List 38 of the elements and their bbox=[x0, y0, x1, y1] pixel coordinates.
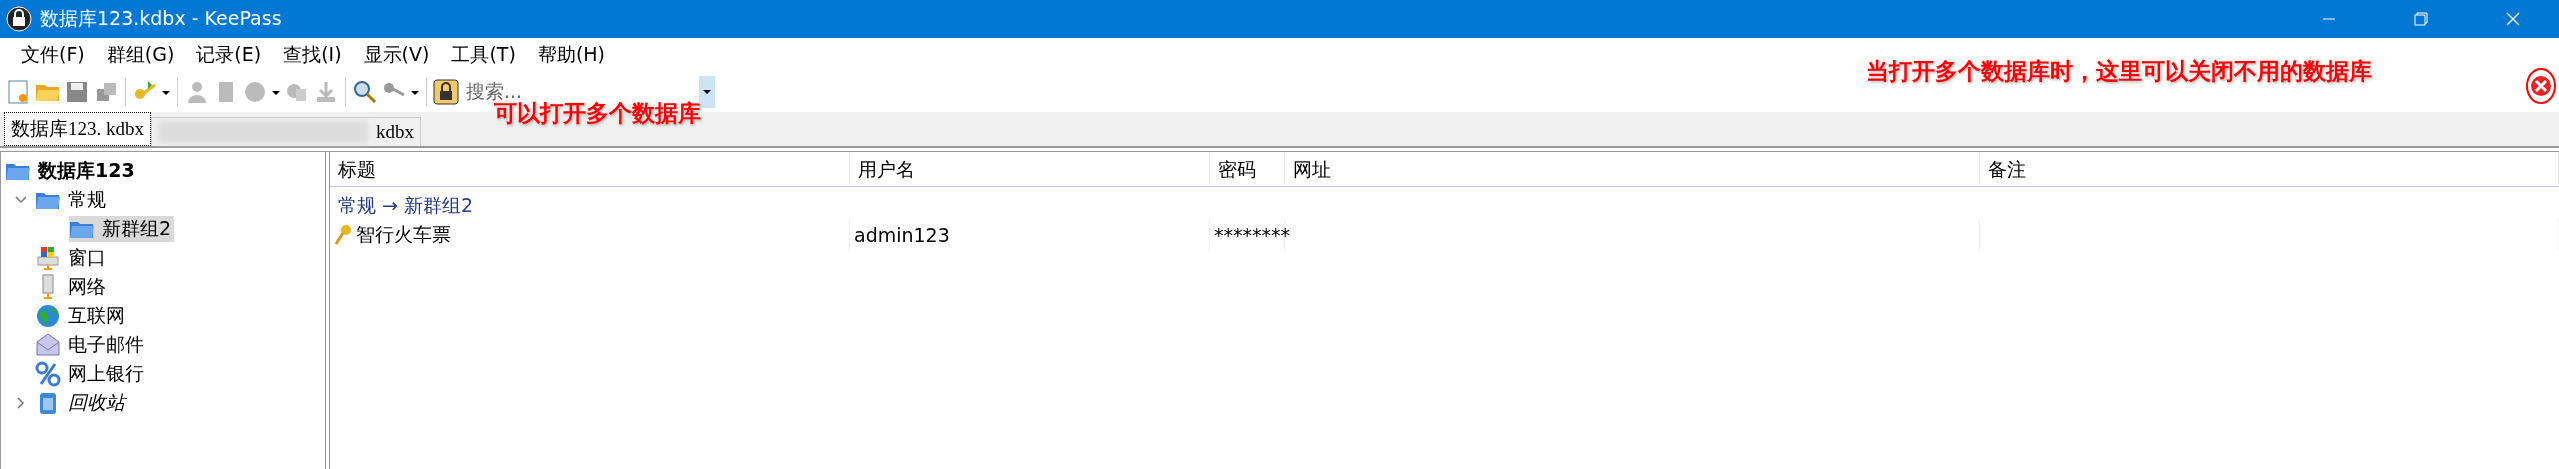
percent-icon bbox=[35, 360, 61, 387]
column-header[interactable]: 备注 bbox=[1980, 152, 2559, 184]
lock-icon bbox=[6, 6, 32, 32]
column-header[interactable]: 用户名 bbox=[850, 152, 1210, 184]
computer-icon bbox=[35, 244, 61, 271]
envelope-icon bbox=[35, 331, 61, 358]
column-header[interactable]: 密码 bbox=[1210, 152, 1285, 184]
search-icon[interactable] bbox=[352, 79, 378, 105]
menu-item[interactable]: 群组(G) bbox=[97, 40, 184, 70]
tree-item[interactable]: 数据库123 bbox=[35, 157, 138, 184]
annotation-text: 当打开多个数据库时，这里可以关闭不用的数据库 bbox=[1866, 56, 2372, 86]
menu-item[interactable]: 文件(F) bbox=[12, 40, 94, 70]
tree-item[interactable]: 电子邮件 bbox=[65, 331, 147, 358]
menu-item[interactable]: 记录(E) bbox=[187, 40, 271, 70]
tree-item[interactable]: 常规 bbox=[65, 186, 109, 213]
tree-item[interactable]: 窗口 bbox=[65, 244, 109, 271]
tree-item[interactable]: 互联网 bbox=[65, 302, 128, 329]
table-cell-text: 智行火车票 bbox=[356, 222, 451, 247]
tree-item[interactable]: 回收站 bbox=[65, 389, 128, 416]
tree-item[interactable]: 网络 bbox=[65, 273, 109, 300]
column-header[interactable]: 网址 bbox=[1285, 152, 1980, 184]
column-header[interactable]: 标题 bbox=[330, 152, 850, 184]
window-title: 数据库123.kdbx - KeePass bbox=[40, 6, 282, 31]
document-tab[interactable]: kdbx bbox=[151, 117, 421, 146]
menu-item[interactable]: 显示(V) bbox=[354, 40, 439, 70]
lock-icon[interactable] bbox=[433, 79, 459, 105]
tree-item[interactable]: 网上银行 bbox=[65, 360, 147, 387]
menu-item[interactable]: 帮助(H) bbox=[528, 40, 614, 70]
close-icon[interactable] bbox=[2526, 68, 2556, 104]
save-icon[interactable] bbox=[64, 79, 90, 105]
table-cell: ******** bbox=[1214, 224, 1290, 246]
globe-icon bbox=[35, 302, 61, 329]
key-icon bbox=[334, 224, 352, 246]
document-tab[interactable]: 数据库123. kdbx bbox=[4, 112, 151, 146]
menu-item[interactable]: 查找(I) bbox=[274, 40, 351, 70]
menu-item[interactable]: 工具(T) bbox=[442, 40, 525, 70]
table-cell: admin123 bbox=[854, 224, 950, 246]
group-header: 常规 → 新群组2 bbox=[338, 194, 474, 216]
